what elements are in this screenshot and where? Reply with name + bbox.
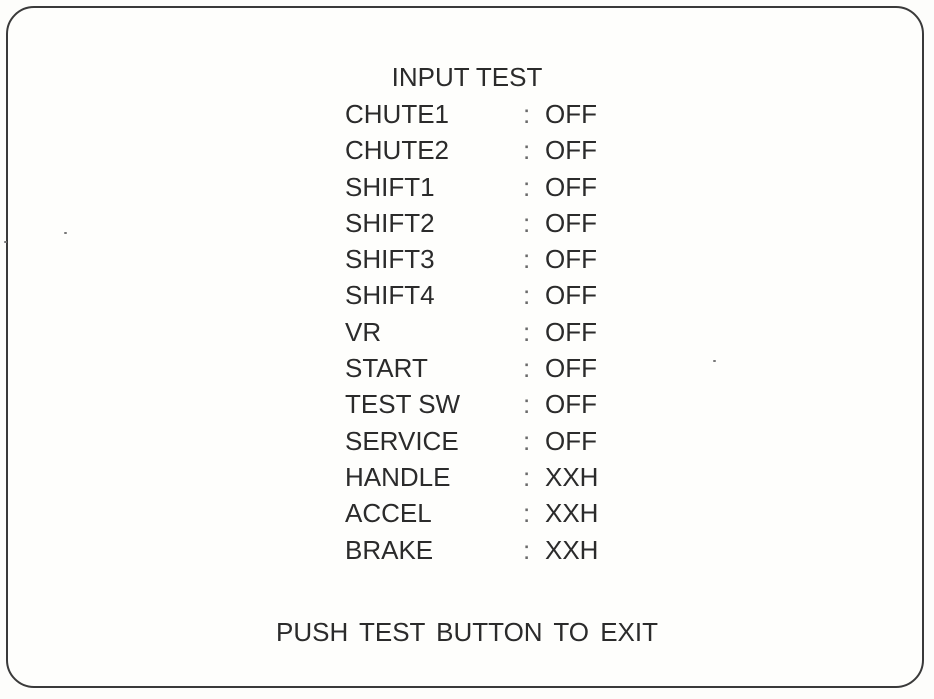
separator: :	[523, 353, 531, 384]
input-label: HANDLE	[345, 461, 451, 492]
input-value: OFF	[545, 425, 597, 456]
input-label: CHUTE1	[345, 99, 450, 129]
input-label: SHIFT1	[345, 171, 435, 202]
input-label: VR	[345, 316, 382, 347]
screen-title: INPUT TEST	[391, 62, 543, 92]
input-label: CHUTE2	[345, 135, 450, 166]
input-value: XXH	[545, 461, 599, 492]
monitor-screen-frame	[6, 6, 924, 688]
separator: :	[523, 280, 531, 311]
input-value: OFF	[545, 171, 597, 202]
separator: :	[523, 244, 531, 275]
input-value: OFF	[545, 135, 597, 166]
separator: :	[523, 425, 531, 456]
separator: :	[523, 461, 531, 492]
input-value: OFF	[545, 353, 597, 384]
input-value: OFF	[545, 280, 597, 311]
exit-instruction: PUSH TEST BUTTON TO EXIT	[275, 617, 658, 647]
input-label: SHIFT4	[345, 280, 435, 311]
separator: :	[523, 316, 531, 347]
input-label: ACCEL	[345, 498, 432, 529]
input-label: START	[345, 353, 428, 384]
input-value: OFF	[545, 244, 597, 275]
input-value: XXH	[545, 498, 599, 529]
separator: :	[523, 389, 531, 420]
input-value: OFF	[545, 207, 597, 238]
scan-speck	[713, 360, 716, 362]
input-label: SERVICE	[345, 425, 459, 456]
input-value: OFF	[545, 99, 597, 129]
input-value: OFF	[545, 316, 597, 347]
input-label: TEST SW	[345, 389, 461, 420]
scan-speck	[4, 241, 7, 243]
input-value: XXH	[545, 534, 599, 565]
separator: :	[523, 135, 531, 166]
separator: :	[523, 207, 531, 238]
separator: :	[523, 99, 531, 129]
input-label: SHIFT2	[345, 207, 435, 238]
scan-speck	[64, 232, 67, 234]
separator: :	[523, 498, 531, 529]
input-value: OFF	[545, 389, 597, 420]
separator: :	[523, 534, 531, 565]
separator: :	[523, 171, 531, 202]
input-label: SHIFT3	[345, 244, 435, 275]
input-label: BRAKE	[345, 534, 434, 565]
